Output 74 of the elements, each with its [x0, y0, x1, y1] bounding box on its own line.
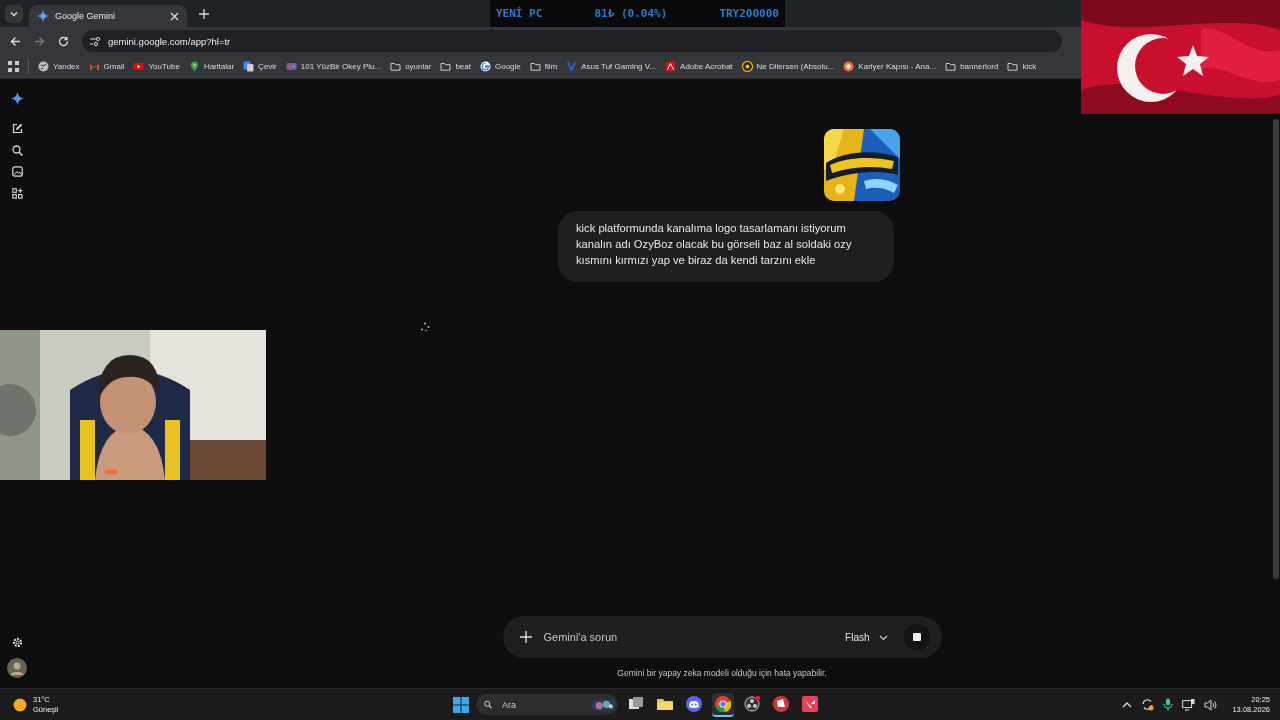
bookmark[interactable]: Çevir — [243, 61, 277, 72]
browser-icon — [715, 695, 731, 712]
chat-app-icon — [686, 695, 702, 712]
bookmark[interactable]: Kariyer Kapısı - Ana... — [843, 61, 937, 72]
avatar[interactable] — [7, 658, 27, 678]
new-tab-icon[interactable] — [199, 8, 209, 19]
bookmark[interactable]: beat — [440, 61, 471, 72]
ring-icon — [741, 61, 753, 72]
forward-icon[interactable] — [34, 35, 45, 47]
play-icon — [133, 61, 145, 72]
bookmark[interactable]: film — [529, 61, 558, 72]
network-icon[interactable] — [1182, 698, 1196, 711]
bookmark[interactable]: Yandex — [38, 61, 80, 72]
add-icon[interactable] — [519, 631, 532, 643]
loading-icon — [420, 322, 430, 332]
browser-tab[interactable]: Google Gemini — [29, 5, 187, 27]
recorder-icon — [744, 695, 760, 712]
tab-search-button[interactable] — [5, 4, 23, 23]
folder-icon — [1007, 61, 1019, 72]
search-field[interactable]: Ara — [499, 698, 584, 711]
model-selector[interactable]: Flash — [845, 631, 888, 643]
sparkle-icon — [37, 10, 49, 22]
bookmark[interactable]: Haritalar — [188, 61, 235, 72]
stop-icon — [912, 633, 921, 641]
settings-icon[interactable] — [11, 637, 23, 648]
sparkle-icon[interactable] — [10, 92, 24, 105]
folder-icon — [529, 61, 541, 72]
address-bar[interactable]: gemini.google.com/app?hl=tr — [82, 30, 1062, 52]
ticker-text: TRY200000 — [719, 7, 779, 20]
sun-icon[interactable] — [13, 697, 27, 712]
image-icon[interactable] — [11, 166, 23, 177]
search-icon[interactable] — [11, 144, 23, 156]
taskbar-search[interactable]: Ara — [476, 694, 618, 715]
bookmark[interactable]: Gmail — [88, 61, 125, 72]
grid-icon[interactable] — [11, 187, 23, 199]
bookmark[interactable]: Asus Tuf Gaming V... — [566, 61, 657, 72]
start-icon[interactable] — [453, 696, 469, 713]
translate-icon — [243, 61, 255, 72]
g-logo-icon — [479, 61, 491, 72]
folder-icon — [945, 61, 957, 72]
task-view-icon — [628, 695, 644, 712]
disclaimer: Gemini bir yapay zeka modeli olduğu için hata yapabilir. — [617, 668, 827, 678]
back-icon[interactable] — [10, 35, 21, 47]
bookmark[interactable]: YouTube — [133, 61, 180, 72]
folder-icon — [390, 61, 402, 72]
user-message: kick platformunda kanalıma logo tasarlamanı istiyorum kanalın adı OzyBoz olacak bu görseli baz al soldaki ozy kısmını kırmızı yap ve biraz da kendi tarzını ekle — [558, 211, 894, 282]
new-chat-icon[interactable] — [11, 123, 23, 134]
volume-icon[interactable] — [1204, 698, 1218, 711]
search-icon — [484, 699, 492, 710]
microphone-icon[interactable] — [1163, 698, 1174, 711]
sync-icon[interactable] — [1141, 698, 1155, 711]
chrome-app-button[interactable] — [712, 692, 734, 717]
circle-icon — [843, 61, 855, 72]
bookmark[interactable]: Ne Dilersen (Absolu... — [741, 61, 835, 72]
scrollbar[interactable] — [1273, 119, 1279, 579]
bookmark[interactable]: bannerlord — [945, 61, 999, 72]
ticker-text: 81₺ (0.04%) — [594, 7, 668, 20]
globe-icon — [38, 61, 49, 72]
pdf-icon — [665, 61, 677, 72]
apps-grid-icon[interactable] — [8, 61, 19, 72]
gamepad-icon — [285, 61, 297, 72]
stop-button[interactable] — [903, 624, 930, 650]
prompt-field[interactable]: Gemini'a sorun Flash — [502, 616, 942, 658]
bookmark[interactable]: oyunlar — [390, 61, 432, 72]
reload-icon[interactable] — [58, 35, 69, 47]
ticker-text: YENİ PC — [496, 7, 543, 20]
close-icon[interactable] — [170, 11, 179, 21]
map-pin-icon — [188, 61, 200, 72]
folder-icon — [440, 61, 452, 72]
bookmark[interactable]: Adobe Acrobat — [665, 61, 733, 72]
bookmark[interactable]: Google — [479, 61, 521, 72]
site-settings-icon[interactable] — [89, 35, 101, 47]
bookmark[interactable]: 101 YüzBir Okey Plu... — [285, 61, 382, 72]
bookmark[interactable]: kick — [1007, 61, 1037, 72]
